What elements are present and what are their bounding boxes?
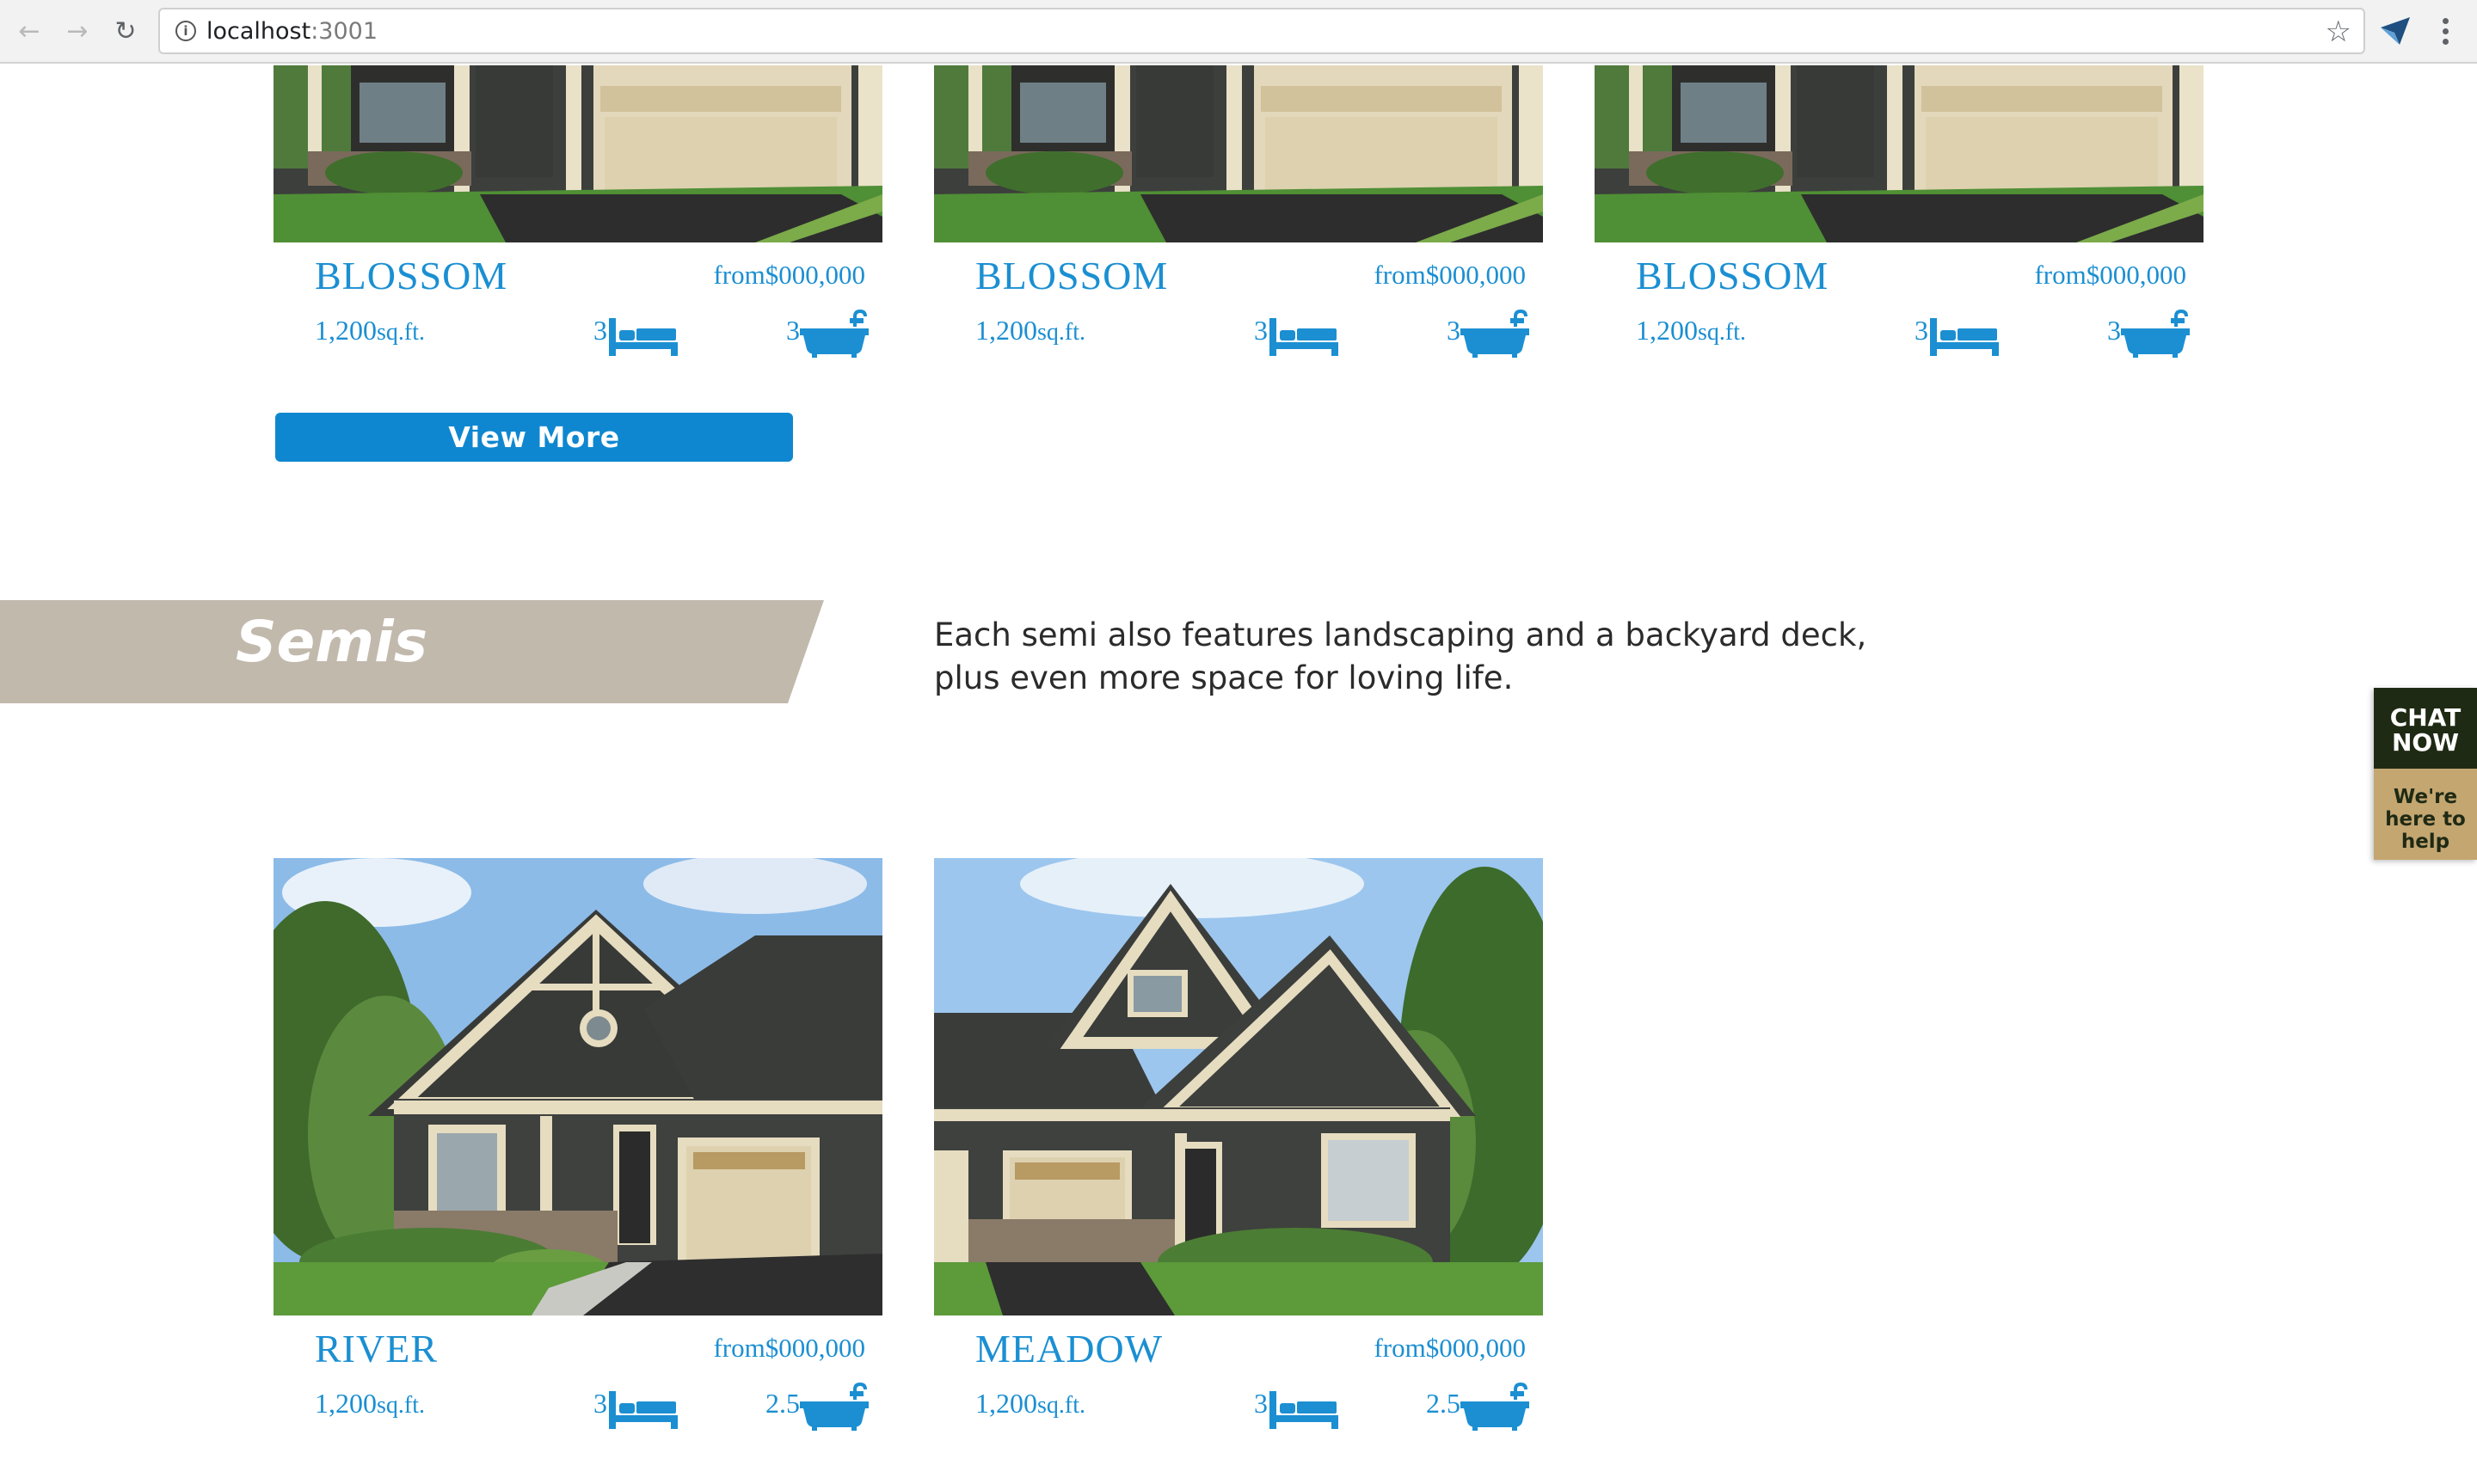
model-name[interactable]: BLOSSOM	[1636, 253, 1829, 298]
bed-icon	[1930, 318, 1999, 356]
star-icon[interactable]: ☆	[2326, 15, 2351, 49]
bed-icon	[1269, 1391, 1338, 1429]
sqft-unit: sq.ft.	[377, 1392, 425, 1419]
chat-now-header[interactable]: CHAT NOW	[2374, 688, 2477, 781]
section-title: Semis	[236, 609, 427, 675]
model-sqft: 1,200sq.ft.	[315, 1388, 425, 1420]
bath-count: 3	[2107, 315, 2121, 346]
house-photo-image	[934, 858, 1543, 1315]
listing-card[interactable]: BLOSSOM from$000,000 1,200sq.ft. 3 3	[1595, 65, 2203, 366]
model-name[interactable]: RIVER	[315, 1326, 438, 1371]
house-photo[interactable]	[934, 65, 1543, 242]
house-photo[interactable]	[934, 858, 1543, 1315]
house-photo[interactable]	[274, 858, 882, 1315]
bed-count: 3	[1254, 315, 1268, 346]
reload-icon[interactable]: ↻	[107, 12, 144, 50]
bathtub-icon	[2121, 310, 2190, 358]
bath-count: 2.5	[765, 1388, 800, 1419]
sqft-unit: sq.ft.	[1698, 319, 1746, 346]
section-description: Each semi also features landscaping and …	[934, 614, 1880, 700]
url-host: localhost	[206, 18, 311, 45]
bathtub-icon	[800, 310, 869, 358]
house-photo-image	[274, 858, 882, 1315]
bed-count: 3	[1254, 1388, 1268, 1419]
house-photo-image	[934, 65, 1543, 242]
sqft-unit: sq.ft.	[1037, 1392, 1085, 1419]
sqft-value: 1,200	[315, 315, 377, 346]
model-sqft: 1,200sq.ft.	[975, 315, 1085, 346]
chat-sub-line: here to	[2385, 808, 2466, 831]
model-price: from$000,000	[1374, 260, 1526, 290]
listing-card[interactable]: RIVER from$000,000 1,200sq.ft. 3 2.5	[274, 858, 882, 1431]
sqft-value: 1,200	[975, 1388, 1037, 1419]
model-price: from$000,000	[713, 260, 865, 290]
bathtub-icon	[1460, 1383, 1529, 1431]
description-line: Each semi also features landscaping and …	[934, 616, 1867, 653]
url-text: localhost:3001	[206, 18, 378, 45]
bed-icon	[609, 1391, 678, 1429]
model-name[interactable]: BLOSSOM	[975, 253, 1168, 298]
extension-icon[interactable]	[2379, 15, 2413, 46]
info-icon[interactable]: i	[175, 21, 196, 41]
back-arrow-icon[interactable]: ←	[10, 12, 48, 50]
section-banner: Semis	[0, 600, 826, 703]
listing-card[interactable]: BLOSSOM from$000,000 1,200sq.ft. 3 3	[274, 65, 882, 366]
model-price: from$000,000	[2034, 260, 2186, 290]
description-line: plus even more space for loving life.	[934, 659, 1514, 696]
sqft-unit: sq.ft.	[377, 319, 425, 346]
browser-toolbar: ← → ↻ i localhost:3001 ☆	[0, 0, 2477, 64]
bed-count: 3	[1915, 315, 1928, 346]
model-sqft: 1,200sq.ft.	[1636, 315, 1746, 346]
chat-sub-line: help	[2400, 831, 2450, 853]
chat-now-widget[interactable]: CHAT NOW We're here to help	[2374, 688, 2477, 860]
house-photo-image	[274, 65, 882, 242]
page-content: BLOSSOM from$000,000 1,200sq.ft. 3 3 BLO…	[0, 65, 2477, 1484]
chat-help-text[interactable]: We're here to help	[2374, 769, 2477, 860]
chat-sub-line: We're	[2393, 786, 2458, 808]
url-port: :3001	[310, 18, 378, 45]
bed-count: 3	[593, 1388, 607, 1419]
house-photo-image	[1595, 65, 2203, 242]
house-photo[interactable]	[1595, 65, 2203, 242]
sqft-unit: sq.ft.	[1037, 319, 1085, 346]
kebab-menu-icon[interactable]	[2432, 10, 2458, 52]
bed-count: 3	[593, 315, 607, 346]
model-price: from$000,000	[713, 1333, 865, 1363]
model-sqft: 1,200sq.ft.	[315, 315, 425, 346]
bathtub-icon	[800, 1383, 869, 1431]
forward-arrow-icon[interactable]: →	[58, 12, 96, 50]
address-bar[interactable]: i localhost:3001 ☆	[158, 8, 2365, 54]
sqft-value: 1,200	[315, 1388, 377, 1419]
sqft-value: 1,200	[1636, 315, 1698, 346]
listing-card[interactable]: MEADOW from$000,000 1,200sq.ft. 3 2.5	[934, 858, 1543, 1431]
model-name[interactable]: MEADOW	[975, 1326, 1163, 1371]
bath-count: 3	[1447, 315, 1460, 346]
sqft-value: 1,200	[975, 315, 1037, 346]
bathtub-icon	[1460, 310, 1529, 358]
chat-line: NOW	[2391, 728, 2460, 757]
model-price: from$000,000	[1374, 1333, 1526, 1363]
bed-icon	[609, 318, 678, 356]
house-photo[interactable]	[274, 65, 882, 242]
model-sqft: 1,200sq.ft.	[975, 1388, 1085, 1420]
view-more-button[interactable]: View More	[275, 413, 793, 462]
chat-line: CHAT	[2389, 703, 2462, 732]
model-name[interactable]: BLOSSOM	[315, 253, 507, 298]
bath-count: 2.5	[1426, 1388, 1460, 1419]
bed-icon	[1269, 318, 1338, 356]
listing-card[interactable]: BLOSSOM from$000,000 1,200sq.ft. 3 3	[934, 65, 1543, 366]
bath-count: 3	[786, 315, 800, 346]
